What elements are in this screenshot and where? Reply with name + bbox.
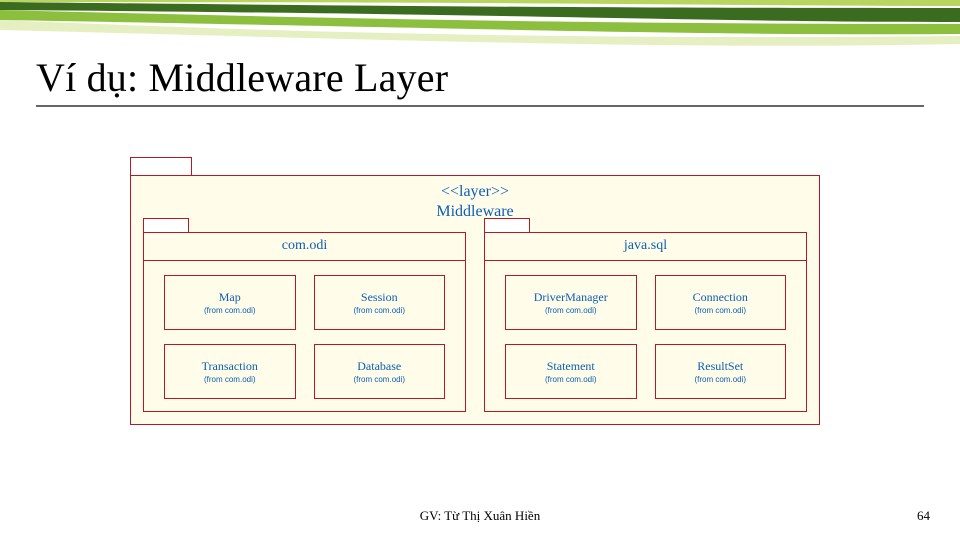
class-from: (from com.odi) — [353, 307, 405, 316]
uml-diagram: <<layer>> Middleware com.odi Map (from c… — [130, 175, 820, 425]
top-swoosh-decoration — [0, 0, 960, 48]
class-name: Map — [219, 291, 241, 305]
class-from: (from com.odi) — [694, 307, 746, 316]
package-tab — [143, 218, 189, 232]
layer-header: <<layer>> Middleware — [131, 176, 819, 222]
class-name: DriverManager — [534, 291, 608, 305]
package-body: com.odi Map (from com.odi) Session (from… — [143, 232, 466, 412]
package-java-sql: java.sql DriverManager (from com.odi) Co… — [484, 232, 807, 412]
package-body: java.sql DriverManager (from com.odi) Co… — [484, 232, 807, 412]
layer-name: Middleware — [131, 202, 819, 222]
package-tab — [484, 218, 530, 232]
package-name: java.sql — [485, 233, 806, 261]
class-drivermanager: DriverManager (from com.odi) — [505, 275, 637, 330]
layer-package-body: <<layer>> Middleware com.odi Map (from c… — [130, 175, 820, 425]
class-from: (from com.odi) — [545, 376, 597, 385]
class-connection: Connection (from com.odi) — [655, 275, 787, 330]
layer-package-tab — [130, 157, 192, 175]
footer-author: GV: Từ Thị Xuân Hiền — [0, 508, 960, 524]
class-database: Database (from com.odi) — [314, 344, 446, 399]
class-name: Statement — [547, 360, 595, 374]
package-com-odi: com.odi Map (from com.odi) Session (from… — [143, 232, 466, 412]
class-name: Connection — [693, 291, 748, 305]
class-session: Session (from com.odi) — [314, 275, 446, 330]
class-from: (from com.odi) — [353, 376, 405, 385]
class-name: Transaction — [202, 360, 258, 374]
footer-page-number: 64 — [917, 508, 930, 524]
class-name: Session — [361, 291, 398, 305]
class-statement: Statement (from com.odi) — [505, 344, 637, 399]
class-map: Map (from com.odi) — [164, 275, 296, 330]
page-title: Ví dụ: Middleware Layer — [36, 54, 924, 107]
layer-stereotype: <<layer>> — [131, 182, 819, 202]
class-name: Database — [357, 360, 401, 374]
class-from: (from com.odi) — [694, 376, 746, 385]
class-resultset: ResultSet (from com.odi) — [655, 344, 787, 399]
class-from: (from com.odi) — [204, 376, 256, 385]
class-from: (from com.odi) — [545, 307, 597, 316]
package-name: com.odi — [144, 233, 465, 261]
class-name: ResultSet — [697, 360, 743, 374]
class-from: (from com.odi) — [204, 307, 256, 316]
class-transaction: Transaction (from com.odi) — [164, 344, 296, 399]
